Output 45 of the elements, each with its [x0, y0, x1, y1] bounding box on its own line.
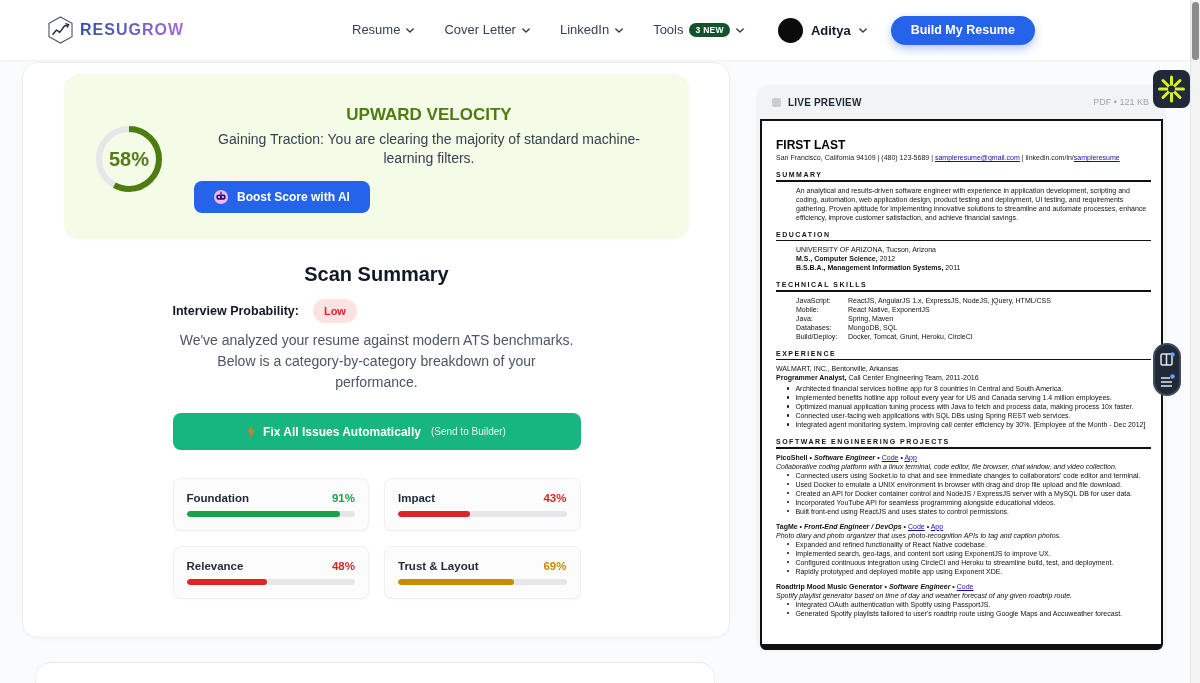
columns-icon[interactable]	[1159, 352, 1175, 366]
bullet-icon	[787, 405, 790, 408]
scrollbar-thumb[interactable]	[1192, 2, 1199, 60]
preview-title: LIVE PREVIEW	[788, 96, 862, 108]
nav-menu-item[interactable]: Cover Letter	[444, 21, 530, 39]
robot-icon	[214, 190, 228, 204]
bullet-icon	[787, 396, 790, 399]
category-score: 48%	[331, 560, 355, 572]
scan-summary-title: Scan Summary	[304, 262, 449, 287]
list-icon[interactable]	[1159, 374, 1175, 387]
nav-menu-item[interactable]: LinkedIn	[559, 21, 624, 39]
category-score: 69%	[543, 560, 567, 572]
nav-menu-item[interactable]: Resume	[352, 21, 415, 39]
probability-label: Interview Probability:	[172, 304, 299, 318]
chevron-down-icon	[406, 27, 415, 33]
resume-name: FIRST LAST	[776, 138, 846, 153]
chevron-down-icon	[858, 27, 867, 33]
file-info: PDF • 121 KB	[1093, 97, 1149, 107]
build-resume-button[interactable]: Build My Resume	[890, 15, 1035, 45]
chevron-down-icon	[615, 27, 624, 33]
user-menu[interactable]: Aditya	[777, 17, 867, 43]
chevron-down-icon	[735, 27, 744, 33]
bullet-icon	[787, 387, 790, 390]
chevron-down-icon	[521, 27, 530, 33]
bullet-icon	[787, 423, 790, 426]
score-title: UPWARD VELOCITY	[346, 104, 512, 126]
starburst-icon[interactable]	[1153, 70, 1190, 108]
nav-menu-item[interactable]: Tools 3 NEW	[653, 21, 744, 39]
lightning-icon	[247, 425, 256, 438]
category-score: 91%	[331, 492, 355, 504]
boost-score-button[interactable]: Boost Score with AI	[194, 181, 370, 213]
avatar	[777, 17, 803, 43]
bullet-icon	[787, 414, 790, 417]
score-ring	[95, 124, 163, 193]
score-value: 58%	[109, 146, 149, 171]
score-message: Gaining Traction: You are clearing the majority of standard machine-learning filters.	[217, 130, 641, 168]
category-name: Relevance	[186, 560, 244, 572]
new-badge: 3 NEW	[689, 23, 730, 37]
square-icon	[772, 97, 781, 107]
category-name: Impact	[398, 492, 436, 504]
category-name: Foundation	[186, 492, 250, 504]
category-name: Trust & Layout	[398, 560, 479, 572]
probability-badge: Low	[312, 299, 357, 323]
category-score: 43%	[543, 492, 567, 504]
summary-description: We've analyzed your resume against modern ATS benchmarks. Below is a category-by-category breakdown of your performance.	[178, 331, 575, 392]
